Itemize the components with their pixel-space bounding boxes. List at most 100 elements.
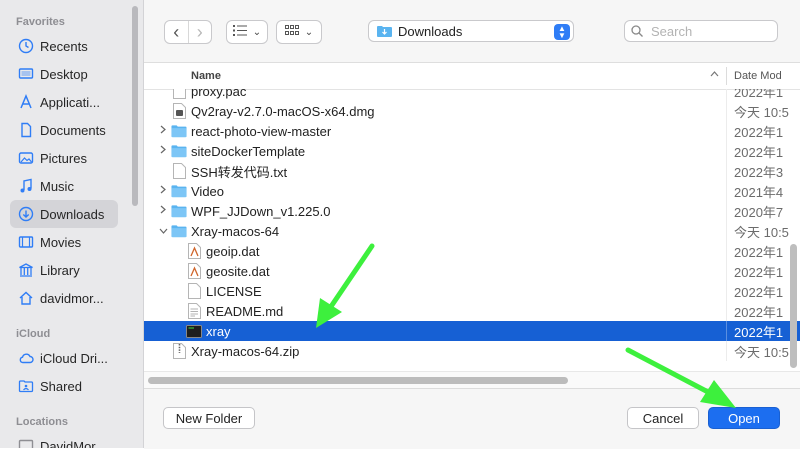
location-popup[interactable]: Downloads ▲ ▼ bbox=[368, 20, 574, 42]
location-label: Downloads bbox=[398, 23, 463, 39]
sidebar-item-davidmor[interactable]: davidmor... bbox=[10, 284, 118, 312]
group-view-button[interactable]: ⌄ bbox=[276, 20, 322, 44]
file-row[interactable]: WPF_JJDown_v1.225.0 2020年7 bbox=[144, 201, 800, 221]
sidebar-item-label: Downloads bbox=[40, 206, 105, 222]
column-header: Name Date Mod bbox=[144, 63, 800, 90]
data-file-icon bbox=[186, 243, 202, 259]
new-folder-button[interactable]: New Folder bbox=[163, 407, 255, 429]
folder-icon bbox=[171, 143, 187, 159]
file-name: README.md bbox=[206, 303, 284, 319]
column-divider bbox=[726, 121, 727, 141]
file-row[interactable]: Qv2ray-v2.7.0-macOS-x64.dmg 今天 10:5 bbox=[144, 101, 800, 121]
shared-folder-icon bbox=[18, 378, 34, 394]
file-row[interactable]: xray 2022年1 bbox=[144, 321, 800, 341]
disclosure-collapsed-icon[interactable] bbox=[158, 145, 168, 157]
sidebar-item-pictures[interactable]: Pictures bbox=[10, 144, 118, 172]
chevron-down-icon: ⌄ bbox=[252, 26, 262, 38]
downloads-folder-icon bbox=[377, 25, 392, 37]
file-name: SSH转发代码.txt bbox=[191, 164, 288, 180]
file-row[interactable]: SSH转发代码.txt 2022年3 bbox=[144, 161, 800, 181]
file-list-horizontal-scrollbar[interactable] bbox=[148, 377, 568, 384]
back-button[interactable]: ‹ bbox=[165, 21, 188, 43]
disclosure-collapsed-icon[interactable] bbox=[158, 185, 168, 197]
sidebar-item-label: davidmor... bbox=[40, 290, 104, 306]
sidebar-item-recents[interactable]: Recents bbox=[10, 32, 118, 60]
sidebar-item-icloud-dri[interactable]: iCloud Dri... bbox=[10, 344, 118, 372]
disclosure-expanded-icon[interactable] bbox=[158, 226, 168, 237]
file-row[interactable]: react-photo-view-master 2022年1 bbox=[144, 121, 800, 141]
disclosure-collapsed-icon[interactable] bbox=[158, 205, 168, 217]
back-forward-group: ‹ › bbox=[164, 20, 212, 44]
cloud-icon bbox=[18, 350, 34, 366]
file-name: xray bbox=[206, 323, 231, 339]
clock-icon bbox=[18, 38, 34, 54]
search-input[interactable] bbox=[649, 22, 773, 40]
computer-icon bbox=[18, 438, 34, 448]
file-date-modified: 2022年1 bbox=[734, 244, 784, 260]
chevron-right-icon: › bbox=[196, 22, 203, 42]
music-note-icon bbox=[18, 178, 34, 194]
file-name: geoip.dat bbox=[206, 243, 260, 259]
file-date-modified: 2021年4 bbox=[734, 184, 784, 200]
sidebar-item-davidmor[interactable]: DavidMor... bbox=[10, 432, 118, 448]
column-divider bbox=[726, 141, 727, 161]
sidebar-item-shared[interactable]: Shared bbox=[10, 372, 118, 400]
list-view-icon bbox=[232, 25, 247, 39]
sidebar-item-library[interactable]: Library bbox=[10, 256, 118, 284]
sidebar-item-music[interactable]: Music bbox=[10, 172, 118, 200]
list-view-button[interactable]: ⌄ bbox=[226, 20, 268, 44]
home-icon bbox=[18, 290, 34, 306]
file-date-modified: 2022年1 bbox=[734, 284, 784, 300]
folder-icon bbox=[171, 203, 187, 219]
search-field[interactable] bbox=[624, 20, 778, 42]
bottom-bar: New Folder Cancel Open bbox=[144, 388, 800, 449]
file-row[interactable]: geosite.dat 2022年1 bbox=[144, 261, 800, 281]
file-date-modified: 2022年1 bbox=[734, 304, 784, 320]
sidebar-item-label: Pictures bbox=[40, 150, 87, 166]
sidebar-item-downloads[interactable]: Downloads bbox=[10, 200, 118, 228]
sidebar-item-label: Music bbox=[40, 178, 74, 194]
file-date-modified: 2022年1 bbox=[734, 324, 784, 340]
sidebar-item-desktop[interactable]: Desktop bbox=[10, 60, 118, 88]
sidebar-item-label: iCloud Dri... bbox=[40, 350, 108, 366]
folder-icon bbox=[171, 183, 187, 199]
applications-icon bbox=[18, 94, 34, 110]
cancel-button[interactable]: Cancel bbox=[627, 407, 699, 429]
sidebar-item-movies[interactable]: Movies bbox=[10, 228, 118, 256]
column-divider bbox=[726, 341, 727, 361]
file-row[interactable]: README.md 2022年1 bbox=[144, 301, 800, 321]
column-divider[interactable] bbox=[726, 67, 727, 85]
chevron-down-icon: ⌄ bbox=[304, 26, 314, 38]
file-date-modified: 2022年1 bbox=[734, 89, 784, 100]
file-row[interactable]: geoip.dat 2022年1 bbox=[144, 241, 800, 261]
column-divider bbox=[726, 301, 727, 321]
document-icon bbox=[18, 122, 34, 138]
sidebar-item-label: Documents bbox=[40, 122, 106, 138]
toolbar: ‹ › ⌄ ⌄ Downloads ▲ ▼ bbox=[144, 0, 800, 63]
file-row[interactable]: siteDockerTemplate 2022年1 bbox=[144, 141, 800, 161]
sidebar-item-applicati[interactable]: Applicati... bbox=[10, 88, 118, 116]
file-row[interactable]: proxy.pac 2022年1 bbox=[144, 89, 800, 101]
sidebar-item-label: Desktop bbox=[40, 66, 88, 82]
file-date-modified: 2022年1 bbox=[734, 264, 784, 280]
file-list-horizontal-scrollbar-track bbox=[144, 371, 800, 388]
file-row[interactable]: Xray-macos-64.zip 今天 10:5 bbox=[144, 341, 800, 361]
file-list-vertical-scrollbar[interactable] bbox=[790, 244, 797, 368]
column-divider bbox=[726, 241, 727, 261]
file-row[interactable]: LICENSE 2022年1 bbox=[144, 281, 800, 301]
forward-button[interactable]: › bbox=[187, 21, 212, 43]
file-name: proxy.pac bbox=[191, 89, 247, 99]
sidebar-scrollbar[interactable] bbox=[132, 6, 138, 206]
sort-ascending-icon[interactable] bbox=[710, 69, 719, 80]
date-modified-column-header[interactable]: Date Mod bbox=[734, 70, 782, 82]
open-button[interactable]: Open bbox=[708, 407, 780, 429]
sidebar-item-documents[interactable]: Documents bbox=[10, 116, 118, 144]
file-row[interactable]: Xray-macos-64 今天 10:5 bbox=[144, 221, 800, 241]
file-name: react-photo-view-master bbox=[191, 123, 332, 139]
name-column-header[interactable]: Name bbox=[191, 70, 221, 82]
file-date-modified: 今天 10:5 bbox=[734, 104, 789, 120]
data-file-icon bbox=[186, 263, 202, 279]
disclosure-collapsed-icon[interactable] bbox=[158, 125, 168, 137]
file-row[interactable]: Video 2021年4 bbox=[144, 181, 800, 201]
icloud-section-label: iCloud bbox=[16, 328, 51, 340]
